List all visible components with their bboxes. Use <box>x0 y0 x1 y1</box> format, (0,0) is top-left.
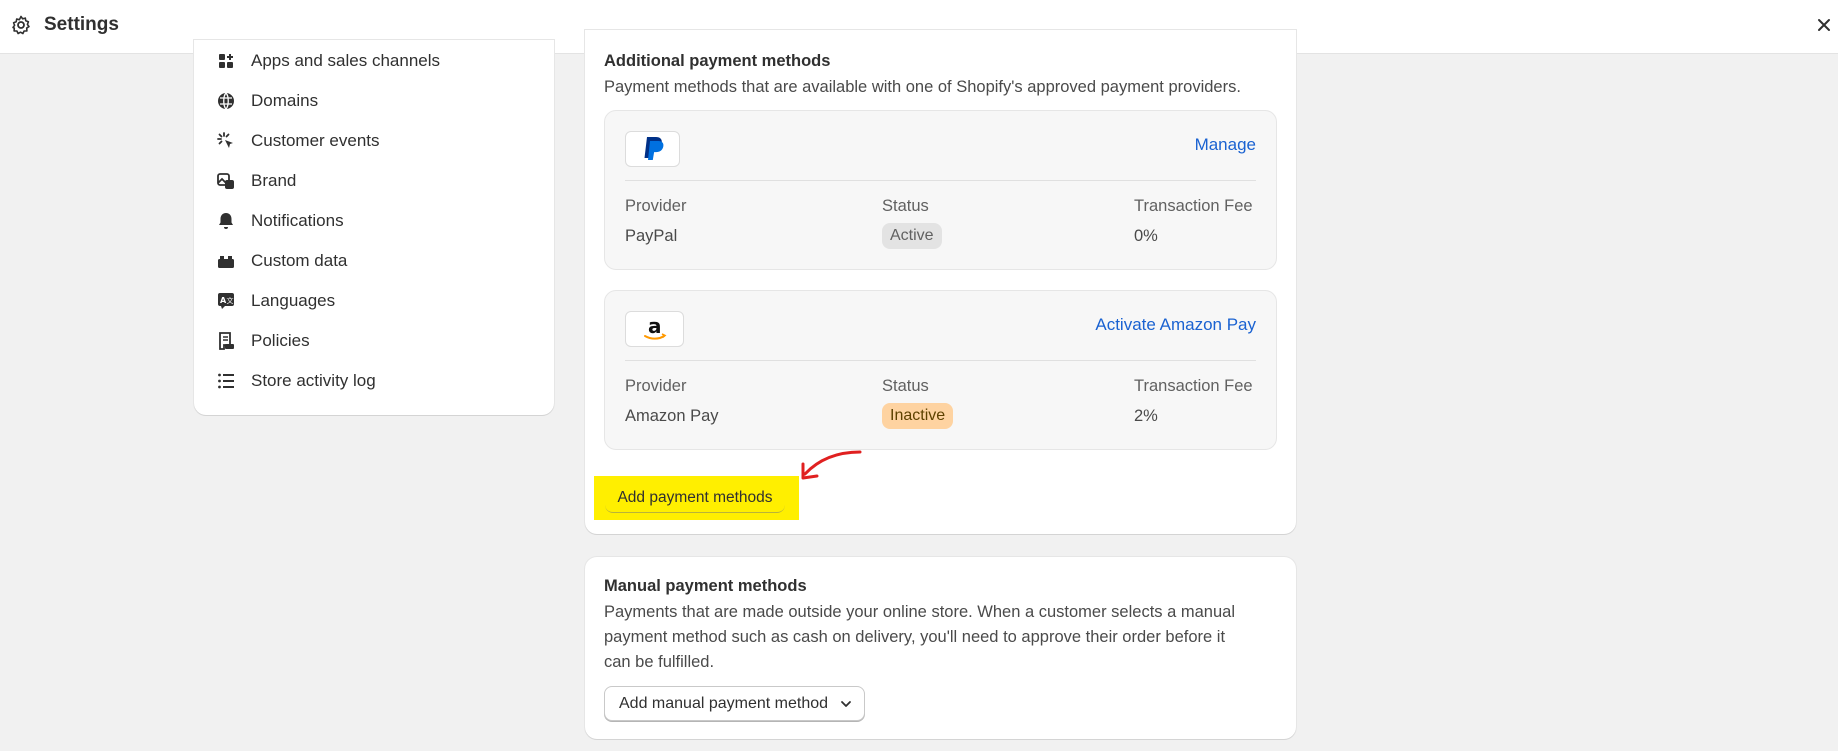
fee-header: Transaction Fee <box>1134 377 1253 395</box>
svg-text:文: 文 <box>227 296 234 305</box>
cursor-click-icon <box>217 132 233 148</box>
fee-header: Transaction Fee <box>1134 197 1253 215</box>
language-icon: A文 <box>218 293 234 309</box>
paypal-icon <box>644 137 663 160</box>
sidebar-item-label: Notifications <box>251 211 344 230</box>
dropdown-label: Add manual payment method <box>619 694 829 712</box>
section-title: Manual payment methods <box>604 577 807 595</box>
status-header: Status <box>882 377 929 395</box>
sidebar-item-label: Policies <box>251 331 310 350</box>
sidebar-item-apps[interactable]: Apps and sales channels <box>216 44 440 78</box>
sidebar-item-label: Custom data <box>251 251 348 270</box>
transaction-fee: 0% <box>1134 227 1158 245</box>
page-title: Settings <box>44 14 119 35</box>
paypal-logo <box>625 131 680 167</box>
provider-card-paypal: Manage Provider Status Transaction Fee P… <box>604 110 1277 270</box>
divider <box>625 180 1256 181</box>
bell-icon <box>219 213 233 229</box>
divider <box>625 360 1256 361</box>
add-payment-methods-button[interactable]: Add payment methods <box>605 483 785 513</box>
sidebar-item-label: Brand <box>251 171 297 190</box>
blocks-icon <box>218 256 234 268</box>
amazon-icon: a <box>643 315 666 340</box>
sidebar-item-brand[interactable]: Brand <box>216 164 296 198</box>
sidebar-item-notifications[interactable]: Notifications <box>216 204 344 238</box>
add-manual-payment-method-dropdown[interactable]: Add manual payment method <box>604 686 865 721</box>
section-subtitle-line2: payment method such as cash on delivery,… <box>604 628 1226 646</box>
sidebar-item-store-activity-log[interactable]: Store activity log <box>216 364 376 398</box>
sidebar-item-label: Customer events <box>251 131 380 150</box>
section-subtitle: Payment methods that are available with … <box>604 78 1241 96</box>
manage-link[interactable]: Manage <box>1195 135 1256 155</box>
svg-text:a: a <box>648 315 662 338</box>
additional-payment-methods-card: Additional payment methods Payment metho… <box>585 30 1296 534</box>
provider-header: Provider <box>625 197 687 215</box>
policy-icon <box>219 332 234 350</box>
gear-icon <box>12 15 30 35</box>
close-icon[interactable] <box>1813 14 1835 36</box>
status-badge: Active <box>882 223 942 249</box>
provider-header: Provider <box>625 377 687 395</box>
section-subtitle-line1: Payments that are made outside your onli… <box>604 603 1235 621</box>
amazon-logo: a <box>625 311 684 347</box>
sidebar-item-label: Languages <box>251 291 336 310</box>
provider-name: Amazon Pay <box>625 407 719 425</box>
manual-payment-methods-card: Manual payment methods Payments that are… <box>585 557 1296 739</box>
section-title: Additional payment methods <box>604 52 831 70</box>
transaction-fee: 2% <box>1134 407 1158 425</box>
sidebar-item-label: Domains <box>251 91 319 110</box>
sidebar-item-customer-events[interactable]: Customer events <box>216 124 380 158</box>
sidebar-item-languages[interactable]: A文 Languages <box>216 284 335 318</box>
sidebar-item-label: Apps and sales channels <box>251 51 441 70</box>
sidebar-item-policies[interactable]: Policies <box>216 324 310 358</box>
brand-icon <box>217 173 234 189</box>
settings-sidebar: Apps and sales channels Domains Customer… <box>194 40 554 415</box>
red-arrow-annotation <box>801 450 862 480</box>
sidebar-item-domains[interactable]: Domains <box>216 84 318 118</box>
apps-icon <box>219 54 233 68</box>
activate-amazon-pay-link[interactable]: Activate Amazon Pay <box>1095 315 1256 335</box>
sidebar-item-custom-data[interactable]: Custom data <box>216 244 347 278</box>
provider-name: PayPal <box>625 227 678 245</box>
status-badge: Inactive <box>882 403 954 429</box>
globe-icon <box>218 92 234 110</box>
list-icon <box>218 373 234 389</box>
status-header: Status <box>882 197 929 215</box>
chevron-down-icon <box>841 701 851 707</box>
section-subtitle-line3: can be fulfilled. <box>604 653 715 671</box>
sidebar-item-label: Store activity log <box>251 371 376 390</box>
provider-card-amazon-pay: a Activate Amazon Pay Provider Status Tr… <box>604 290 1277 450</box>
